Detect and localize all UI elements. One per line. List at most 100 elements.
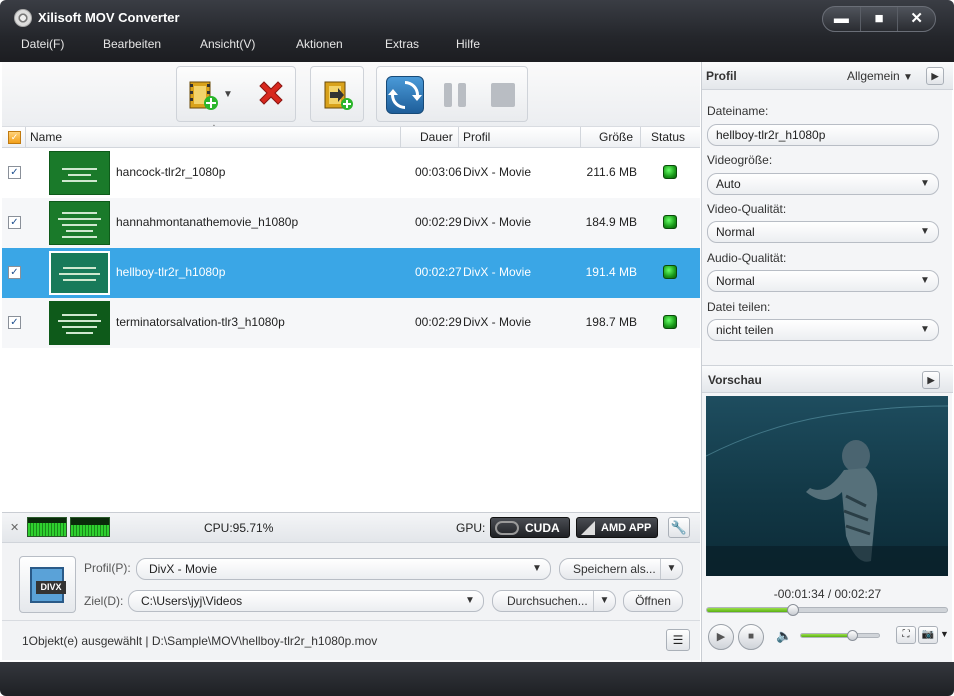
destination-select[interactable]: C:\Users\jyj\Videos ▼ xyxy=(128,590,484,612)
profile-mode-select[interactable]: Allgemein ▼ xyxy=(847,62,913,92)
log-list-icon[interactable]: ☰ xyxy=(666,629,690,651)
split-select[interactable]: nicht teilen ▼ xyxy=(707,319,939,341)
file-size: 191.4 MB xyxy=(585,265,637,279)
add-video-icon xyxy=(189,81,218,110)
minimize-button[interactable]: ▬ xyxy=(823,7,861,31)
volume-handle[interactable] xyxy=(847,630,859,641)
videosize-label: Videogröße: xyxy=(707,153,773,167)
videosize-value: Auto xyxy=(716,177,741,191)
browse-label: Durchsuchen... xyxy=(507,594,588,608)
chevron-down-icon[interactable]: ▼ xyxy=(940,629,949,639)
chevron-down-icon: ▼ xyxy=(465,595,475,606)
video-thumbnail xyxy=(49,151,110,195)
cpu-usage: CPU:95.71% xyxy=(204,521,274,535)
maximize-button[interactable]: ■ xyxy=(861,7,899,31)
volume-slider[interactable] xyxy=(800,630,880,641)
row-checkbox[interactable]: ✓ xyxy=(8,316,21,329)
cuda-button[interactable]: CUDA xyxy=(490,517,570,538)
file-row[interactable]: ✓ terminatorsalvation-tlr3_h1080p 00:02:… xyxy=(2,298,700,348)
add-files-button[interactable] xyxy=(187,79,219,111)
close-button[interactable]: ✕ xyxy=(898,7,935,31)
column-duration[interactable]: Dauer xyxy=(420,130,453,144)
menu-help[interactable]: Hilfe xyxy=(456,37,480,51)
menu-extras[interactable]: Extras xyxy=(385,37,419,51)
column-status[interactable]: Status xyxy=(651,130,685,144)
profile-panel: Profil Allgemein ▼ ▶ Dateiname: hellboy-… xyxy=(701,62,953,662)
profile-panel-header: Profil Allgemein ▼ ▶ xyxy=(702,62,953,90)
video-preview[interactable] xyxy=(706,396,948,576)
chevron-down-icon[interactable]: ▼ xyxy=(660,559,682,579)
status-text: 1Objekt(e) ausgewählt | D:\Sample\MOV\he… xyxy=(22,634,378,648)
row-checkbox[interactable]: ✓ xyxy=(8,266,21,279)
status-ready-icon xyxy=(663,315,677,329)
file-duration: 00:02:27 xyxy=(415,265,462,279)
convert-button[interactable] xyxy=(386,76,424,114)
close-icon[interactable]: ✕ xyxy=(10,521,19,534)
snapshot-camera-icon[interactable]: 📷 xyxy=(918,626,938,644)
file-profile[interactable]: DivX - Movie xyxy=(463,165,531,179)
menu-edit[interactable]: Bearbeiten xyxy=(103,37,161,51)
file-profile[interactable]: DivX - Movie xyxy=(463,265,531,279)
play-button[interactable]: ▶ xyxy=(708,624,734,650)
filename-label: Dateiname: xyxy=(707,104,769,118)
audioquality-select[interactable]: Normal ▼ xyxy=(707,270,939,292)
app-logo-icon xyxy=(14,9,32,27)
profile-icon-button[interactable]: DIVX xyxy=(19,556,76,613)
video-thumbnail xyxy=(49,201,110,245)
save-as-button[interactable]: Speichern als... ▼ xyxy=(559,558,683,580)
open-button[interactable]: Öffnen xyxy=(623,590,683,612)
chevron-down-icon: ▼ xyxy=(903,72,913,83)
split-value: nicht teilen xyxy=(716,323,774,337)
column-size[interactable]: Größe xyxy=(599,130,633,144)
save-as-label: Speichern als... xyxy=(573,562,656,576)
videoquality-select[interactable]: Normal ▼ xyxy=(707,221,939,243)
chevron-down-icon: ▼ xyxy=(920,226,930,237)
file-name: hannahmontanathemovie_h1080p xyxy=(116,215,299,229)
videosize-select[interactable]: Auto ▼ xyxy=(707,173,939,195)
row-checkbox[interactable]: ✓ xyxy=(8,216,21,229)
file-profile[interactable]: DivX - Movie xyxy=(463,215,531,229)
remove-button[interactable] xyxy=(255,79,287,111)
column-profile[interactable]: Profil xyxy=(463,130,490,144)
panel-expand-icon[interactable]: ▶ xyxy=(926,67,944,85)
split-label: Datei teilen: xyxy=(707,300,771,314)
menu-actions[interactable]: Aktionen xyxy=(296,37,343,51)
nvidia-eye-icon xyxy=(495,521,519,535)
stop-preview-button[interactable]: ■ xyxy=(738,624,764,650)
status-bar: 1Objekt(e) ausgewählt | D:\Sample\MOV\he… xyxy=(2,620,700,660)
toolbar: ▼ ▲ xyxy=(2,62,700,131)
fullscreen-icon[interactable]: ⛶ xyxy=(896,626,916,644)
volume-icon[interactable]: 🔈 xyxy=(776,628,792,644)
preview-progress-fill xyxy=(707,608,794,612)
file-row[interactable]: ✓ hancock-tlr2r_1080p 00:03:06 DivX - Mo… xyxy=(2,148,700,198)
amd-app-button[interactable]: AMD APP xyxy=(576,517,658,538)
select-all-checkbox[interactable]: ✓ xyxy=(8,131,21,144)
row-checkbox[interactable]: ✓ xyxy=(8,166,21,179)
add-output-button[interactable] xyxy=(322,79,354,111)
pause-button[interactable] xyxy=(439,79,471,111)
chevron-down-icon[interactable]: ▼ xyxy=(593,591,615,611)
convert-icon xyxy=(388,81,422,109)
add-dropdown-icon[interactable]: ▼ xyxy=(223,79,237,111)
cpu-graph-core2 xyxy=(70,517,110,537)
videoquality-label: Video-Qualität: xyxy=(707,202,787,216)
preview-expand-icon[interactable]: ▶ xyxy=(922,371,940,389)
destination-label: Ziel(D): xyxy=(84,594,124,608)
column-name[interactable]: Name xyxy=(30,130,62,144)
profile-panel-title: Profil xyxy=(706,69,737,83)
file-row[interactable]: ✓ hannahmontanathemovie_h1080p 00:02:29 … xyxy=(2,198,700,248)
menu-file[interactable]: Datei(F) xyxy=(21,37,64,51)
stop-button[interactable] xyxy=(487,79,519,111)
profile-select[interactable]: DivX - Movie ▼ xyxy=(136,558,551,580)
file-duration: 00:03:06 xyxy=(415,165,462,179)
toolbar-group-convert xyxy=(376,66,528,122)
audioquality-value: Normal xyxy=(716,274,755,288)
file-profile[interactable]: DivX - Movie xyxy=(463,315,531,329)
file-row-selected[interactable]: ✓ hellboy-tlr2r_h1080p 00:02:27 DivX - M… xyxy=(2,248,700,298)
filename-input[interactable]: hellboy-tlr2r_h1080p xyxy=(707,124,939,146)
browse-button[interactable]: Durchsuchen... ▼ xyxy=(492,590,616,612)
wrench-icon[interactable]: 🔧 xyxy=(668,517,690,538)
preview-progress-track[interactable] xyxy=(706,604,948,616)
preview-progress-handle[interactable] xyxy=(787,604,800,616)
menu-view[interactable]: Ansicht(V) xyxy=(200,37,255,51)
